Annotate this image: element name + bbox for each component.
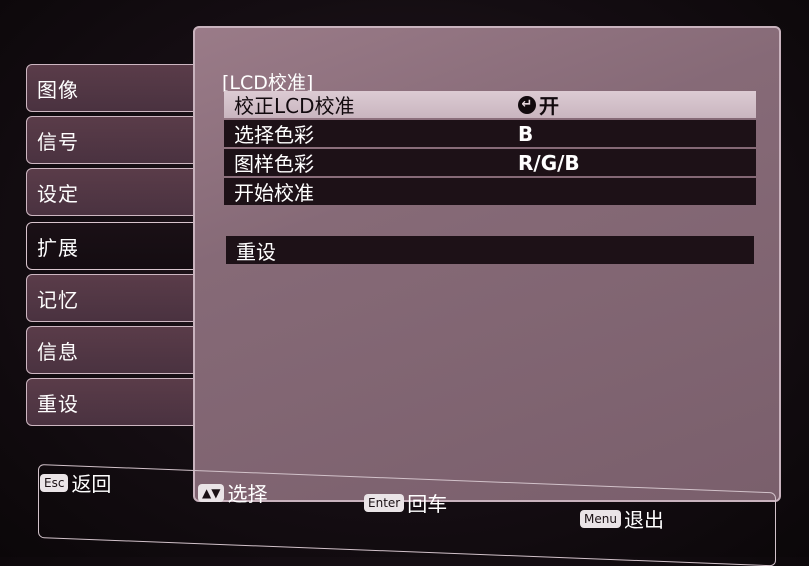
hint-select-label: 选择 [227,482,268,506]
enter-key-icon: Enter [364,493,405,512]
hint-enter-label: 回车 [407,492,448,516]
tab-label: 重设 [37,391,79,416]
tab-label: 记忆 [37,287,79,312]
row-label: 开始校准 [234,181,314,205]
row-label: 选择色彩 [234,123,314,147]
row-value-text: 开 [539,94,559,118]
tab-signal[interactable]: 信号 [26,116,202,164]
up-down-arrows-icon: ▲▼ [198,483,225,502]
tab-image[interactable]: 图像 [26,64,202,112]
tab-label: 设定 [37,181,79,206]
menu-row-start-calibration[interactable]: 开始校准 [224,178,756,205]
menu-row-lcd-calibration[interactable]: 校正LCD校准 ↵ 开 [224,91,756,118]
tab-label: 扩展 [37,235,79,260]
tab-label: 图像 [37,77,79,102]
tab-memory[interactable]: 记忆 [26,274,202,322]
hint-menu: Menu 退出 [580,504,664,533]
row-value: B [518,121,534,146]
row-value: ↵ 开 [518,90,559,119]
tab-extended[interactable]: 扩展 [26,222,212,270]
row-label: 校正LCD校准 [234,94,355,118]
tab-label: 信息 [37,339,79,364]
hint-esc-label: 返回 [71,472,112,496]
tab-label: 信号 [37,129,79,154]
row-label: 图样色彩 [234,152,314,176]
tab-settings[interactable]: 设定 [26,168,202,216]
reset-button[interactable]: 重设 [226,236,754,264]
menu-key-icon: Menu [580,509,621,528]
hint-esc: Esc 返回 [40,468,111,497]
menu-row-select-color[interactable]: 选择色彩 B [224,120,756,147]
enter-icon: ↵ [518,95,536,114]
hint-enter: Enter 回车 [364,488,447,517]
row-value: R/G/B [518,150,580,175]
esc-key-icon: Esc [40,473,69,492]
hint-select: ▲▼ 选择 [198,478,267,507]
tab-reset[interactable]: 重设 [26,378,202,426]
reset-label: 重设 [236,239,276,264]
tab-info[interactable]: 信息 [26,326,202,374]
projector-menu-screen: 图像 信号 设定 扩展 记忆 信息 重设 [LCD校准] 校正LCD校准 ↵ 开… [0,0,809,566]
menu-row-pattern-color[interactable]: 图样色彩 R/G/B [224,149,756,176]
hint-menu-label: 退出 [623,508,664,532]
